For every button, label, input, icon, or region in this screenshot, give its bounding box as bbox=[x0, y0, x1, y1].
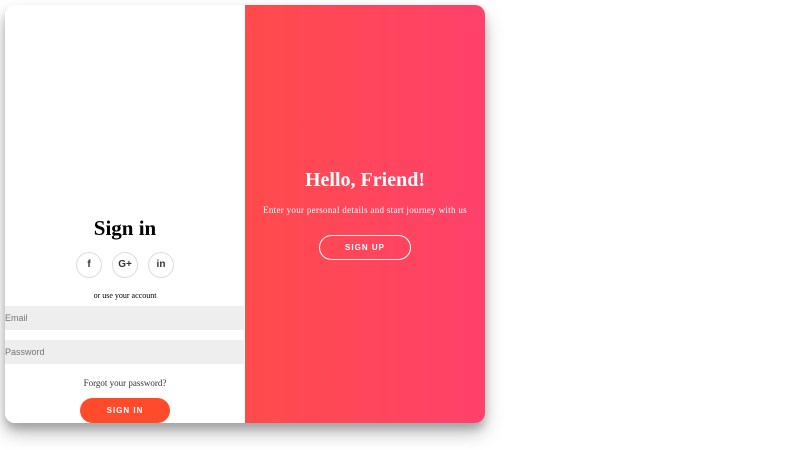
sign-in-panel: Sign in f G+ in or use your account Forg… bbox=[5, 5, 245, 423]
social-buttons: f G+ in bbox=[5, 252, 245, 278]
facebook-icon[interactable]: f bbox=[76, 252, 102, 278]
alt-signin-text: or use your account bbox=[93, 291, 157, 300]
email-field[interactable] bbox=[5, 306, 244, 330]
linkedin-icon[interactable]: in bbox=[148, 252, 174, 278]
overlay-title: Hello, Friend! bbox=[305, 169, 425, 191]
auth-card: Sign in f G+ in or use your account Forg… bbox=[5, 5, 485, 423]
overlay-panel: Hello, Friend! Enter your personal detai… bbox=[245, 5, 485, 423]
google-plus-icon[interactable]: G+ bbox=[112, 252, 138, 278]
sign-in-button[interactable]: SIGN IN bbox=[80, 398, 170, 423]
forgot-password-link[interactable]: Forgot your password? bbox=[5, 377, 245, 389]
overlay-text: Enter your personal details and start jo… bbox=[263, 205, 467, 215]
sign-in-title: Sign in bbox=[93, 216, 157, 240]
sign-up-button[interactable]: SIGN UP bbox=[319, 235, 411, 260]
password-field[interactable] bbox=[5, 340, 244, 364]
